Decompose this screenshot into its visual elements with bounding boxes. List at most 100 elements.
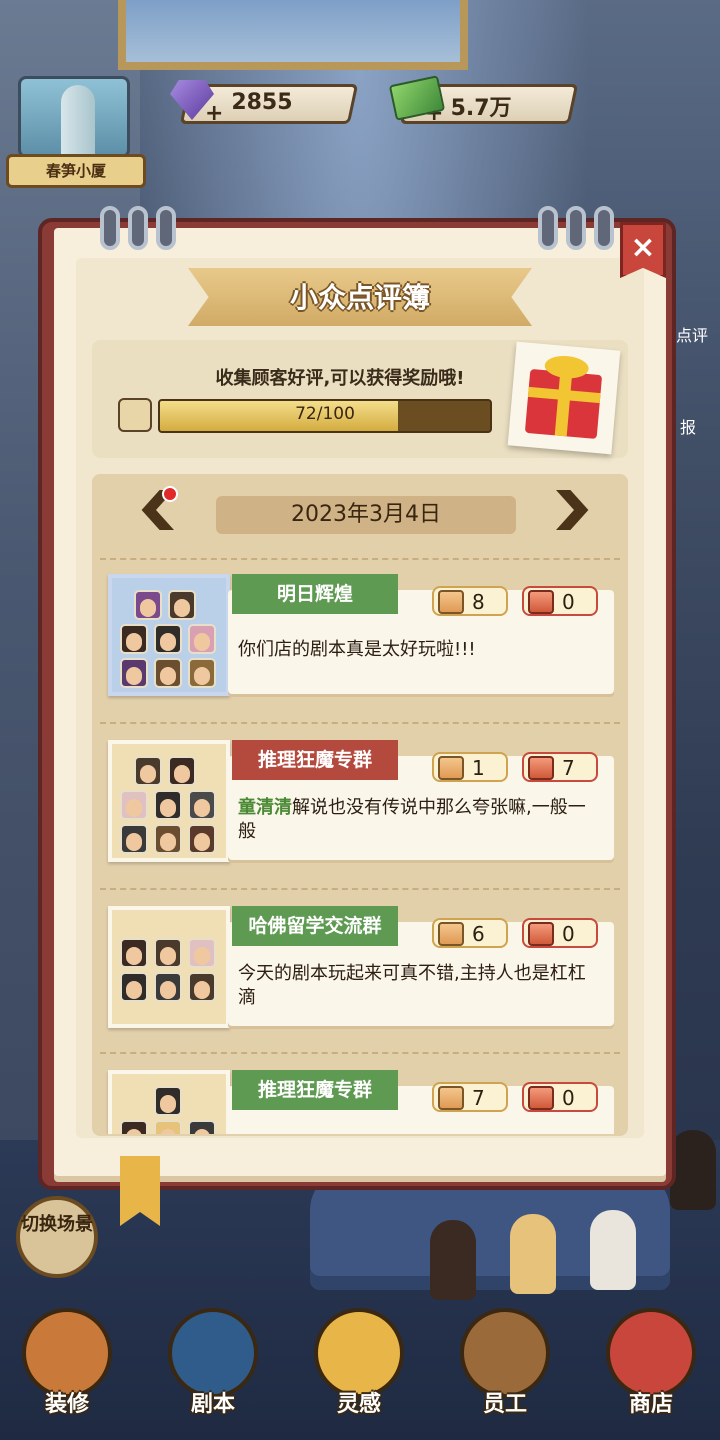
building-thumbnail[interactable] xyxy=(18,76,130,158)
dashed-divider xyxy=(100,888,620,890)
customer-avatar xyxy=(188,658,216,688)
customer-avatar xyxy=(188,624,216,654)
binder-ring-icon xyxy=(100,206,120,250)
customer-avatar xyxy=(154,972,182,1002)
dislike-count: 0 xyxy=(562,590,575,614)
binder-ring-icon xyxy=(128,206,148,250)
reward-gift-button[interactable] xyxy=(507,341,621,455)
reward-description: 收集顾客好评,可以获得奖励哦! xyxy=(215,368,465,389)
bottom-navigation: 装修 剧本 灵感 员工 商店 xyxy=(0,1300,720,1440)
customer-avatar xyxy=(154,624,182,654)
review-entry[interactable]: 哈佛留学交流群 6 0 今天的剧本玩起来可真不错,主持人也是杠杠滴 xyxy=(108,906,614,1028)
group-avatars xyxy=(108,574,230,696)
group-avatars xyxy=(108,1070,230,1134)
like-counter[interactable]: 6 xyxy=(432,918,508,948)
gem-value: 2855 xyxy=(231,90,293,115)
customer-avatar xyxy=(120,824,148,854)
side-label-report[interactable]: 报 xyxy=(680,414,696,438)
group-name-tag: 哈佛留学交流群 xyxy=(232,906,398,946)
customer-avatar xyxy=(188,938,216,968)
like-count: 6 xyxy=(472,922,485,946)
nav-label: 剧本 xyxy=(190,1392,235,1417)
shop-icon xyxy=(606,1308,696,1398)
reviewer-name: 童清清 xyxy=(238,797,292,818)
customer-avatar xyxy=(188,1120,216,1134)
customer-avatar xyxy=(120,658,148,688)
customer-avatar xyxy=(154,1120,182,1134)
customer-avatar xyxy=(120,1120,148,1134)
review-list-clip: 推理狂魔专群 7 0 xyxy=(0,1062,720,1134)
dislike-counter[interactable]: 7 xyxy=(522,752,598,782)
nav-label: 灵感 xyxy=(336,1392,381,1417)
group-name-tag: 明日辉煌 xyxy=(232,574,398,614)
nav-script[interactable]: 剧本 xyxy=(158,1300,268,1440)
review-entry[interactable]: 推理狂魔专群 1 7 童清清解说也没有传说中那么夸张嘛,一般一般 xyxy=(108,740,614,862)
customer-avatar xyxy=(120,938,148,968)
customer-avatar xyxy=(154,938,182,968)
review-entry[interactable]: 明日辉煌 8 0 你们店的剧本真是太好玩啦!!! xyxy=(108,574,614,696)
switch-scene-button[interactable]: 切换场景 xyxy=(16,1196,98,1278)
dislike-counter[interactable]: 0 xyxy=(522,586,598,616)
nav-decorate[interactable]: 装修 xyxy=(12,1300,122,1440)
customer-avatar xyxy=(154,658,182,688)
thumbs-up-icon xyxy=(438,1086,464,1110)
review-text: 今天的剧本玩起来可真不错,主持人也是杠杠滴 xyxy=(238,963,586,1008)
customer-avatar xyxy=(154,824,182,854)
customer-avatar xyxy=(134,590,162,620)
customer-avatar xyxy=(154,790,182,820)
thumbs-up-icon xyxy=(438,756,464,780)
customer-avatar xyxy=(120,790,148,820)
dashed-divider xyxy=(100,558,620,560)
like-counter[interactable]: 1 xyxy=(432,752,508,782)
group-name-tag: 推理狂魔专群 xyxy=(232,740,398,780)
modal-title: 小众点评簿 xyxy=(289,281,430,314)
gem-add-plus[interactable]: + xyxy=(205,101,223,126)
customer-avatar xyxy=(120,624,148,654)
customer-avatar xyxy=(154,1086,182,1116)
dislike-count: 0 xyxy=(562,922,575,946)
dislike-count: 7 xyxy=(562,756,575,780)
review-entry[interactable]: 推理狂魔专群 7 0 xyxy=(108,1070,614,1134)
nav-inspiration[interactable]: 灵感 xyxy=(304,1300,414,1440)
script-book-icon xyxy=(168,1308,258,1398)
building-name-label: 春笋小厦 xyxy=(6,154,146,188)
nav-shop[interactable]: 商店 xyxy=(596,1300,706,1440)
like-count: 7 xyxy=(472,1086,485,1110)
review-comment: 你们店的剧本真是太好玩啦!!! xyxy=(238,638,594,662)
dashed-divider xyxy=(100,1052,620,1054)
nav-label: 商店 xyxy=(628,1392,673,1417)
binder-ring-icon xyxy=(156,206,176,250)
scene-customer xyxy=(430,1220,476,1300)
like-counter[interactable]: 7 xyxy=(432,1082,508,1112)
dislike-count: 0 xyxy=(562,1086,575,1110)
customer-avatar xyxy=(188,972,216,1002)
review-text: 你们店的剧本真是太好玩啦!!! xyxy=(238,639,476,660)
binder-ring-icon xyxy=(566,206,586,250)
thumbs-down-icon xyxy=(528,922,554,946)
scene-customer xyxy=(590,1210,636,1290)
scene-customer xyxy=(670,1130,716,1210)
notification-dot xyxy=(162,486,178,502)
dislike-counter[interactable]: 0 xyxy=(522,1082,598,1112)
like-count: 8 xyxy=(472,590,485,614)
customer-avatar xyxy=(120,972,148,1002)
group-name-tag: 推理狂魔专群 xyxy=(232,1070,398,1110)
nav-label: 装修 xyxy=(44,1392,89,1417)
group-avatars xyxy=(108,740,230,862)
dislike-counter[interactable]: 0 xyxy=(522,918,598,948)
staff-card-icon xyxy=(460,1308,550,1398)
review-progress-label: 72/100 xyxy=(295,404,355,424)
dashed-divider xyxy=(100,722,620,724)
nav-staff[interactable]: 员工 xyxy=(450,1300,560,1440)
thumbs-down-icon xyxy=(528,756,554,780)
cash-value: 5.7万 xyxy=(450,96,512,121)
customer-avatar xyxy=(168,590,196,620)
review-date: 2023年3月4日 xyxy=(216,496,516,534)
side-label-review[interactable]: 点评 xyxy=(676,322,708,346)
nav-label: 员工 xyxy=(482,1392,527,1417)
idea-orb-icon xyxy=(314,1308,404,1398)
customer-avatar xyxy=(168,756,196,786)
scene-customer xyxy=(510,1214,556,1294)
binder-ring-icon xyxy=(538,206,558,250)
like-counter[interactable]: 8 xyxy=(432,586,508,616)
